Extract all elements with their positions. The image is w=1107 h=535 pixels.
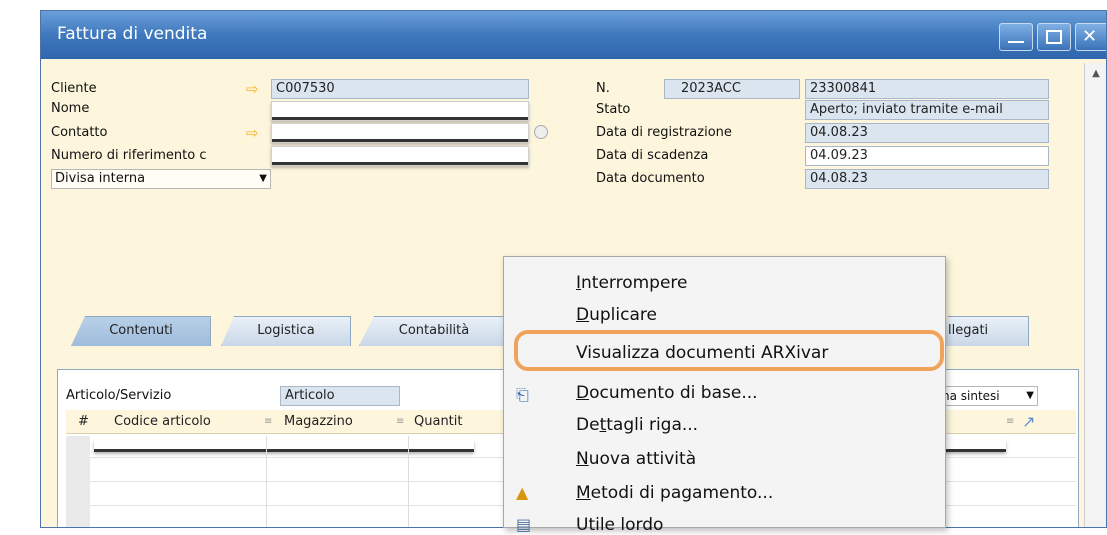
gross-profit-icon: ▤ <box>516 515 532 534</box>
base-document-icon: ⎗ <box>516 385 529 404</box>
menu-item-metodi-pagamento[interactable]: Metodi di pagamento... <box>576 483 773 503</box>
link-arrow-icon[interactable]: ⇨ <box>246 81 259 97</box>
menu-item-utile-lordo[interactable]: Utile lordo <box>576 515 663 535</box>
vertical-scrollbar[interactable]: ▲ <box>1084 63 1106 527</box>
col-index: # <box>78 414 89 429</box>
dropdown-arrow-icon: ▼ <box>259 173 267 184</box>
column-divider <box>408 436 409 527</box>
menu-item-interrompere[interactable]: Interrompere <box>576 273 688 293</box>
tab-allegati[interactable]: llegati <box>939 316 1029 346</box>
menu-item-dettagli-riga[interactable]: Dettagli riga... <box>576 415 698 435</box>
series-field[interactable]: 2023ACC <box>664 79 800 99</box>
articolo-label: Articolo/Servizio <box>66 388 172 403</box>
payment-methods-icon: ▲ <box>516 483 529 502</box>
riferimento-label: Numero di riferimento c <box>51 148 207 163</box>
column-menu-icon[interactable]: ≡ <box>264 416 272 427</box>
cliente-label: Cliente <box>51 81 97 96</box>
nome-field[interactable] <box>271 101 529 121</box>
minimize-button[interactable] <box>999 23 1033 51</box>
divisa-value: Divisa interna <box>55 171 146 186</box>
title-bar[interactable]: Fattura di vendita ✕ <box>41 11 1106 59</box>
column-divider <box>266 436 267 527</box>
col-quantity[interactable]: Quantit <box>414 414 462 429</box>
column-menu-icon[interactable]: ≡ <box>1006 416 1014 427</box>
contatto-field[interactable] <box>271 123 529 143</box>
link-arrow-icon[interactable]: ⇨ <box>246 125 259 141</box>
context-menu: Interrompere Duplicare Visualizza docume… <box>503 256 946 535</box>
col-warehouse[interactable]: Magazzino <box>284 414 353 429</box>
window-title: Fattura di vendita <box>57 24 208 44</box>
registrazione-field[interactable]: 04.08.23 <box>805 123 1049 143</box>
tab-contabilita[interactable]: Contabilità <box>359 316 509 346</box>
nome-label: Nome <box>51 101 90 116</box>
tab-logistica[interactable]: Logistica <box>221 316 351 346</box>
col-item-code[interactable]: Codice articolo <box>114 414 211 429</box>
summary-dropdown[interactable]: na sintesi ▼ <box>938 386 1038 406</box>
expand-table-icon[interactable]: ↗ <box>1022 412 1035 431</box>
scadenza-field[interactable]: 04.09.23 <box>805 146 1049 166</box>
contatto-label: Contatto <box>51 125 108 140</box>
tab-contenuti[interactable]: Contenuti <box>71 316 211 346</box>
close-button[interactable]: ✕ <box>1075 23 1106 51</box>
menu-item-nuova-attivita[interactable]: Nuova attività <box>576 449 696 469</box>
column-menu-icon[interactable]: ≡ <box>396 416 404 427</box>
scadenza-label: Data di scadenza <box>596 148 709 163</box>
menu-item-documento-base[interactable]: Documento di base... <box>576 383 758 403</box>
riferimento-field[interactable] <box>271 146 529 166</box>
stato-label: Stato <box>596 102 631 117</box>
summary-value: na sintesi <box>942 389 1000 403</box>
articolo-field[interactable]: Articolo <box>280 386 400 406</box>
maximize-button[interactable] <box>1037 23 1071 51</box>
stato-field[interactable]: Aperto; inviato tramite e-mail <box>805 100 1049 120</box>
n-label: N. <box>596 81 610 96</box>
contact-details-icon[interactable] <box>534 125 548 139</box>
registrazione-label: Data di registrazione <box>596 125 732 140</box>
menu-item-duplicare[interactable]: Duplicare <box>576 305 657 325</box>
row-selector-column[interactable] <box>66 436 90 527</box>
documento-label: Data documento <box>596 171 705 186</box>
redacted-cell <box>94 440 474 452</box>
highlight-annotation <box>514 330 944 371</box>
divisa-dropdown[interactable]: Divisa interna ▼ <box>51 169 271 189</box>
scroll-up-icon[interactable]: ▲ <box>1085 63 1106 85</box>
cliente-field[interactable]: C007530 <box>271 79 529 99</box>
documento-field[interactable]: 04.08.23 <box>805 169 1049 189</box>
doc-number-field[interactable]: 23300841 <box>805 79 1049 99</box>
dropdown-arrow-icon: ▼ <box>1026 390 1034 401</box>
close-icon: ✕ <box>1082 26 1098 47</box>
